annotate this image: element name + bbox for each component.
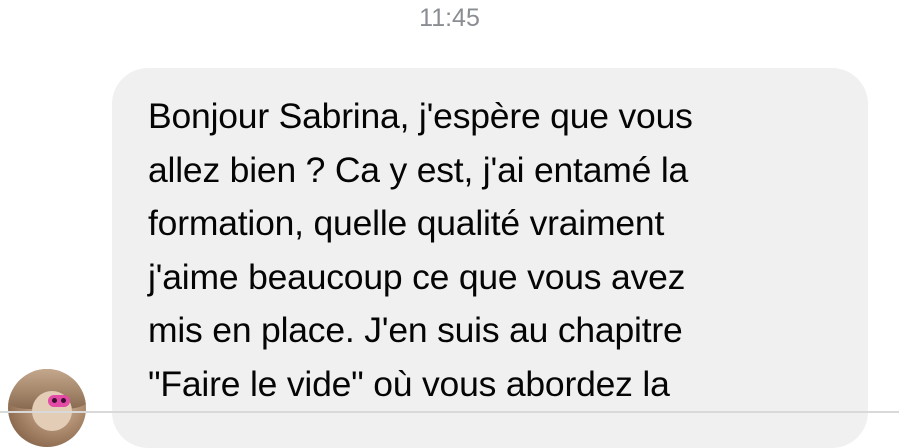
message-text-line: "Faire le vide" où vous abordez la: [148, 363, 670, 404]
message-text-line: Bonjour Sabrina, j'espère que vous: [148, 96, 693, 136]
sender-avatar[interactable]: [8, 369, 86, 447]
message-timestamp: 11:45: [419, 4, 480, 32]
avatar-pink-badge-icon: [48, 395, 70, 407]
received-message-bubble[interactable]: Bonjour Sabrina, j'espère que vous allez…: [112, 68, 868, 448]
message-text-line: j'aime beaucoup ce que vous avez: [148, 256, 686, 297]
message-text-line: formation, quelle qualité vraiment: [148, 203, 665, 243]
message-text-line: allez bien ? Ca y est, j'ai entamé la: [148, 149, 689, 190]
message-text-line: mis en place. J'en suis au chapitre: [148, 310, 683, 350]
